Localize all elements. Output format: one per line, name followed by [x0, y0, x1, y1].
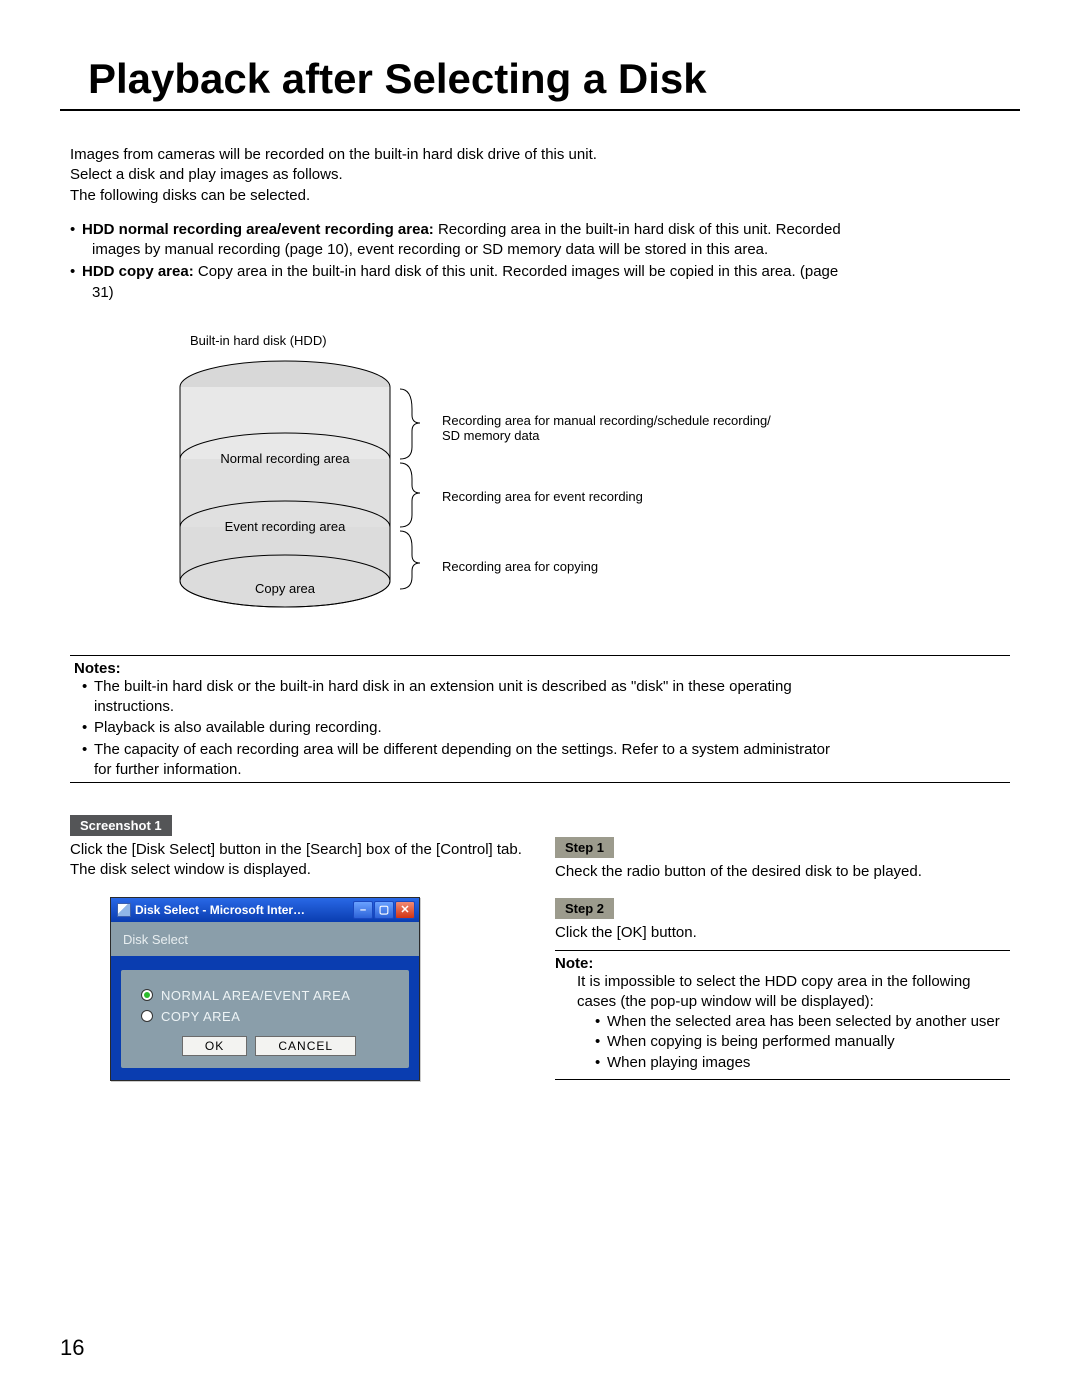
bullet-label: HDD normal recording area/event recordin… — [82, 221, 434, 238]
page-number: 16 — [60, 1335, 84, 1361]
disk-area-label: Normal recording area — [175, 451, 395, 466]
notes-heading: Notes: — [74, 660, 1020, 677]
intro-line: Select a disk and play images as follows… — [70, 165, 1020, 185]
app-icon — [117, 903, 131, 917]
diagram-annotation: Recording area for copying — [442, 559, 598, 574]
note-text: Playback is also available during record… — [94, 719, 382, 736]
close-button[interactable]: ✕ — [395, 901, 415, 919]
bullet-continuation: 31) — [70, 283, 1020, 303]
maximize-button[interactable]: ▢ — [374, 901, 394, 919]
step-label: Step 1 — [555, 837, 614, 858]
note-text: The capacity of each recording area will… — [94, 741, 830, 758]
note-list-item: When playing images — [607, 1054, 750, 1071]
left-column: Screenshot 1 Click the [Disk Select] but… — [70, 815, 525, 1084]
diagram-caption: Built-in hard disk (HDD) — [190, 333, 327, 348]
radio-option-normal[interactable]: NORMAL AREA/EVENT AREA — [141, 988, 397, 1003]
page-title: Playback after Selecting a Disk — [88, 55, 1020, 103]
disk-cylinder: Normal recording area Event recording ar… — [175, 359, 395, 609]
disk-area-label: Copy area — [175, 581, 395, 596]
note-bottom-rule — [555, 1079, 1010, 1080]
radio-icon — [141, 989, 153, 1001]
disk-select-dialog: Disk Select - Microsoft Inter… – ▢ ✕ Dis… — [110, 897, 420, 1081]
diagram-annotation: Recording area for event recording — [442, 489, 643, 504]
bullet-continuation: images by manual recording (page 10), ev… — [70, 240, 1020, 260]
disk-area-label: Event recording area — [175, 519, 395, 534]
ok-button[interactable]: OK — [182, 1036, 247, 1056]
minimize-button[interactable]: – — [353, 901, 373, 919]
right-column: Step 1 Check the radio button of the des… — [555, 815, 1010, 1084]
intro-block: Images from cameras will be recorded on … — [70, 145, 1020, 206]
note-text: The built-in hard disk or the built-in h… — [94, 678, 792, 695]
list-item: •HDD copy area: Copy area in the built-i… — [70, 262, 1020, 303]
hdd-diagram: Built-in hard disk (HDD) Normal recordin… — [60, 333, 1020, 633]
note-top-rule — [555, 950, 1010, 951]
title-rule — [60, 109, 1020, 111]
brace-icons — [396, 359, 426, 609]
radio-option-copy[interactable]: COPY AREA — [141, 1009, 397, 1024]
dialog-header: Disk Select — [111, 922, 419, 956]
note-list-item: When the selected area has been selected… — [607, 1013, 1000, 1030]
notes-bottom-rule — [70, 782, 1010, 783]
note-body: It is impossible to select the HDD copy … — [555, 972, 1010, 1073]
step-text: Check the radio button of the desired di… — [555, 862, 1010, 882]
cancel-button[interactable]: CANCEL — [255, 1036, 356, 1056]
radio-label: COPY AREA — [161, 1009, 240, 1024]
disk-types-list: •HDD normal recording area/event recordi… — [70, 220, 1020, 303]
bullet-label: HDD copy area: — [82, 263, 194, 280]
intro-line: The following disks can be selected. — [70, 186, 1020, 206]
bullet-text: Copy area in the built-in hard disk of t… — [194, 263, 839, 280]
radio-label: NORMAL AREA/EVENT AREA — [161, 988, 350, 1003]
notes-top-rule — [70, 655, 1010, 656]
note-cont: instructions. — [82, 697, 1020, 717]
intro-line: Images from cameras will be recorded on … — [70, 145, 1020, 165]
diagram-annotation: Recording area for manual recording/sche… — [442, 413, 771, 443]
step-text: Click the [OK] button. — [555, 923, 1010, 943]
notes-list: •The built-in hard disk or the built-in … — [82, 677, 1020, 780]
window-title: Disk Select - Microsoft Inter… — [135, 903, 353, 917]
screenshot-label: Screenshot 1 — [70, 815, 172, 836]
note-cont: for further information. — [82, 760, 1020, 780]
list-item: •HDD normal recording area/event recordi… — [70, 220, 1020, 261]
bullet-text: Recording area in the built-in hard disk… — [434, 221, 841, 238]
radio-icon — [141, 1010, 153, 1022]
screenshot-description: Click the [Disk Select] button in the [S… — [70, 840, 525, 881]
note-list-item: When copying is being performed manually — [607, 1033, 895, 1050]
window-titlebar: Disk Select - Microsoft Inter… – ▢ ✕ — [111, 898, 419, 922]
step-label: Step 2 — [555, 898, 614, 919]
note-heading: Note: — [555, 955, 1010, 972]
